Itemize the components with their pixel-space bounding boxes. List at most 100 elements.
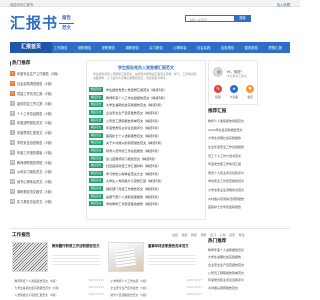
- list-item-label[interactable]: 公司实习报告范文（5篇）: [17, 169, 54, 174]
- article-card-title[interactable]: 教师履行职责工作述职报告范文: [52, 244, 102, 249]
- list-item-label[interactable]: 年度思想汇报范文（5篇）: [17, 130, 54, 135]
- list-item-label[interactable]: 小学教师个人工作总结（5篇）: [110, 279, 148, 283]
- list-item[interactable]: 10 教师辞职报告简短（5篇）: [10, 157, 78, 167]
- list-item[interactable]: 大学生暑期社会实践报告: [208, 254, 290, 262]
- tab-1[interactable]: 述职: [182, 233, 188, 237]
- list-item[interactable]: 7 年度思想汇报范文（5篇）: [10, 128, 78, 138]
- list-item[interactable]: 4 疫情防控工作汇报（5篇）: [10, 98, 78, 108]
- tab-4[interactable]: 实习: [210, 233, 216, 237]
- list-item[interactable]: 公司员工辞职报告简单范文: [208, 269, 290, 277]
- list-item[interactable]: 精选范文 学生报告党员入党思想汇报范文（精选5篇）: [89, 86, 205, 94]
- list-item-label[interactable]: 年度党员民主评议自我评价（精选5篇）: [106, 125, 161, 130]
- list-item-label[interactable]: 教师年度个人工作总结报告范文（精选5篇）: [106, 95, 167, 100]
- nav-item[interactable]: 心得体会: [173, 45, 187, 50]
- list-item[interactable]: 大学生寒假社会实践报告: [208, 134, 290, 143]
- nav-item[interactable]: 工作报告: [54, 45, 68, 50]
- user-action-button[interactable]: ♥ 会员: [243, 85, 257, 99]
- tab-5[interactable]: 心得: [220, 233, 226, 237]
- list-item-label[interactable]: 社区疫情防控工作汇报材料（精选5篇）: [106, 163, 161, 168]
- list-item[interactable]: 6 年度述职报告范文（5篇）: [10, 118, 78, 128]
- article-thumbnail[interactable]: [12, 242, 48, 272]
- list-item[interactable]: 精选范文 幼儿园教师实习报告范文（精选5篇）: [89, 154, 205, 162]
- article-thumbnail[interactable]: [108, 242, 144, 272]
- list-item[interactable]: 2024年社会实践报告范文: [208, 126, 290, 135]
- list-item[interactable]: 8 学校安全自查报告（5篇）: [10, 138, 78, 148]
- list-item[interactable]: · 小学教师个人工作总结（5篇） 2023-04-27: [108, 277, 202, 284]
- list-item[interactable]: 精选范文 学习党史心得体会范文大全（精选5篇）: [89, 170, 205, 178]
- list-item-label[interactable]: 年度安全生产工作报告（5篇）: [17, 71, 60, 76]
- list-item[interactable]: 医院护士长年终述职报告: [208, 203, 290, 212]
- list-item-label[interactable]: 学习党史心得体会范文大全（精选5篇）: [106, 171, 161, 176]
- user-action-button[interactable]: ✎ 投稿: [211, 85, 225, 99]
- list-item-label[interactable]: 学校教学工作自查整改报告（精选5篇）: [106, 201, 161, 206]
- article-card[interactable]: 教师履行职责工作述职报告范文: [12, 242, 102, 272]
- nav-item[interactable]: 述职报告: [102, 45, 116, 50]
- list-item[interactable]: 企业安全生产自查报告范文: [208, 261, 290, 269]
- nav-home[interactable]: 汇报首页: [10, 42, 52, 53]
- list-item-label[interactable]: 教师辞职报告简短（5篇）: [17, 160, 54, 165]
- list-item[interactable]: · 入党积极分子思想汇报范文（5篇） 2023-04-27: [12, 291, 104, 298]
- list-item-label[interactable]: 企业安全生产自查报告（5篇）: [110, 286, 148, 290]
- list-item[interactable]: 3 党建工作情况汇报（5篇）: [10, 89, 78, 99]
- list-item[interactable]: 11 公司实习报告范文（5篇）: [10, 167, 78, 177]
- site-logo[interactable]: 汇报书 报告 范文: [10, 12, 80, 34]
- list-item[interactable]: 精选范文 年度党员民主评议自我评价（精选5篇）: [89, 124, 205, 132]
- list-item-label[interactable]: 调研报告范文格式（5篇）: [17, 189, 54, 194]
- list-item-label[interactable]: 教师年度个人述职报告范文（5篇）: [14, 279, 58, 283]
- list-item[interactable]: 党员个人民主评议自我评价: [208, 169, 290, 178]
- list-item[interactable]: 2 社会实践调查报告（5篇）: [10, 79, 78, 89]
- list-item[interactable]: 年度党支部工作情况汇报: [208, 160, 290, 169]
- list-item[interactable]: 精选范文 关于乡村振兴的调研报告范文（精选5篇）: [89, 139, 205, 147]
- list-item-label[interactable]: 大学生暑期社会实践报告范文（5篇）: [14, 286, 61, 290]
- list-item-label[interactable]: 年度工作报告模板（5篇）: [17, 150, 54, 155]
- list-item-label[interactable]: 企业安全生产自查报告范文（精选5篇）: [106, 110, 161, 115]
- list-item-label[interactable]: 实习报告总结范文（5篇）: [17, 199, 54, 204]
- list-item[interactable]: 精选范文 大学生暑期社会实践报告范文（精选5篇）: [89, 101, 205, 109]
- avatar[interactable]: [213, 67, 223, 77]
- list-item-label[interactable]: 读书心得体会范文（5篇）: [17, 179, 54, 184]
- list-item[interactable]: 乡村振兴实施情况调研报告: [208, 194, 290, 203]
- user-action-button[interactable]: ★ 大家看: [227, 85, 241, 99]
- list-item[interactable]: 员工个人工作计划书范文: [208, 151, 290, 160]
- list-item-label[interactable]: 大学生暑期社会实践报告范文（精选5篇）: [106, 102, 164, 107]
- list-item[interactable]: 精选范文 学校教学工作自查整改报告（精选5篇）: [89, 200, 205, 208]
- list-item[interactable]: 精选范文 企业安全生产自查报告范文（精选5篇）: [89, 109, 205, 117]
- list-item-label[interactable]: 公司员工辞职报告简单范文（精选5篇）: [106, 118, 161, 123]
- list-item-label[interactable]: 年度述职报告范文（5篇）: [17, 120, 54, 125]
- article-card[interactable]: 董事年终述职报告范本范文: [108, 242, 198, 272]
- nav-item[interactable]: 自查报告: [221, 45, 235, 50]
- search-input[interactable]: 请输入关键词: [185, 15, 235, 22]
- list-item[interactable]: 精选范文 教师年度个人工作总结报告范文（精选5篇）: [89, 94, 205, 102]
- list-item[interactable]: 精选范文 公司员工辞职报告简单范文（精选5篇）: [89, 116, 205, 124]
- list-item[interactable]: · 企业安全生产自查报告（5篇） 2023-04-27: [108, 284, 202, 291]
- list-item[interactable]: 学校安全工作自查报告范文: [208, 177, 290, 186]
- nav-item[interactable]: 辞职报告: [78, 45, 92, 50]
- list-item[interactable]: 乡村振兴调研报告范文: [208, 284, 290, 292]
- tab-6[interactable]: 自查: [229, 233, 235, 237]
- list-item[interactable]: 精选范文 销售部门月度工作报告范文（精选5篇）: [89, 185, 205, 193]
- list-item[interactable]: 1 年度安全生产工作报告（5篇）: [10, 69, 78, 79]
- list-item[interactable]: 精选范文 医院护士个人述职报告范文（精选5篇）: [89, 132, 205, 140]
- list-item-label[interactable]: 医院护士个人述职报告范文（精选5篇）: [106, 133, 161, 138]
- list-item[interactable]: 精选范文 社区疫情防控工作汇报材料（精选5篇）: [89, 162, 205, 170]
- tab-3[interactable]: 调研: [201, 233, 207, 237]
- list-item[interactable]: 精选范文 基层干部个人述职述廉报告（精选5篇）: [89, 192, 205, 200]
- nav-item[interactable]: 思想汇报: [268, 45, 282, 50]
- list-item[interactable]: 14 实习报告总结范文（5篇）: [10, 196, 78, 206]
- list-item[interactable]: 大学生职业生涯规划书范文: [208, 186, 290, 195]
- tab-2[interactable]: 辞职: [191, 233, 197, 237]
- list-item[interactable]: 精选范文 财务人员年终工作总结报告（精选5篇）: [89, 147, 205, 155]
- add-favorite-link[interactable]: 加入收藏: [277, 2, 290, 7]
- list-item-label[interactable]: 社会实践调查报告（5篇）: [17, 81, 54, 86]
- list-item[interactable]: 精选范文 大学生入党积极分子思想汇报（精选5篇）: [89, 177, 205, 185]
- list-item[interactable]: 5 个人工作总结报告（5篇）: [10, 108, 78, 118]
- nav-item[interactable]: 实习报告: [149, 45, 163, 50]
- nav-item[interactable]: 调研报告: [125, 45, 139, 50]
- list-item[interactable]: 教师年度个人述职报告范文: [208, 246, 290, 254]
- nav-item[interactable]: 社会实践: [197, 45, 211, 50]
- list-item[interactable]: · 教师年度个人述职报告范文（5篇） 2023-04-27: [12, 277, 104, 284]
- list-item[interactable]: 12 读书心得体会范文（5篇）: [10, 177, 78, 187]
- tab-7[interactable]: 整改: [239, 233, 245, 237]
- nav-item[interactable]: 整改报告: [245, 45, 259, 50]
- list-item-label[interactable]: 销售部门月度工作报告范文（精选5篇）: [106, 186, 161, 191]
